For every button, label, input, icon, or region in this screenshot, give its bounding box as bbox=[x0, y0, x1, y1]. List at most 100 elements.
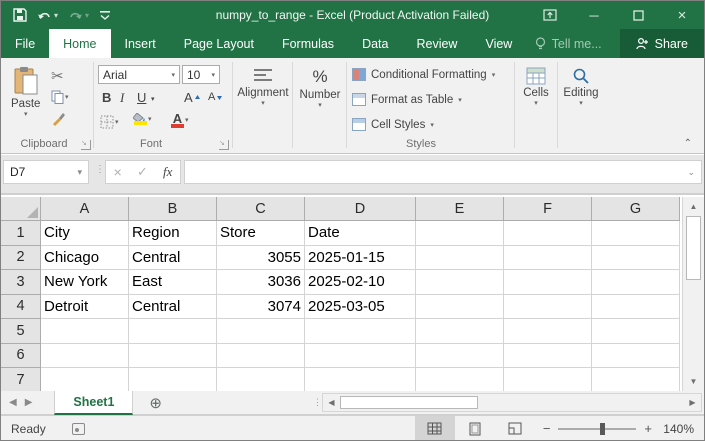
alignment-dropdown-icon[interactable]: ▾ bbox=[261, 99, 265, 107]
zoom-slider[interactable] bbox=[558, 428, 636, 430]
tab-formulas[interactable]: Formulas bbox=[268, 29, 348, 58]
name-box[interactable]: D7 ▾ bbox=[3, 160, 89, 184]
scroll-up-icon[interactable]: ▲ bbox=[683, 197, 704, 216]
cell-E4[interactable] bbox=[416, 295, 504, 320]
cell-D6[interactable] bbox=[305, 344, 416, 369]
fill-color-dropdown-icon[interactable]: ▾ bbox=[148, 115, 152, 123]
cell-D4[interactable]: 2025-03-05 bbox=[305, 295, 416, 320]
cell-D1[interactable]: Date bbox=[305, 221, 416, 246]
copy-button[interactable]: ▾ bbox=[51, 90, 69, 104]
customize-qat-button[interactable] bbox=[99, 9, 111, 21]
cell-C2[interactable]: 3055 bbox=[217, 246, 305, 271]
cell-B4[interactable]: Central bbox=[129, 295, 217, 320]
cancel-formula-button[interactable]: × bbox=[114, 164, 122, 180]
cell-E2[interactable] bbox=[416, 246, 504, 271]
cell-C3[interactable]: 3036 bbox=[217, 270, 305, 295]
cell-G2[interactable] bbox=[592, 246, 680, 271]
row-header-5[interactable]: 5 bbox=[1, 319, 41, 344]
insert-function-button[interactable]: fx bbox=[163, 164, 172, 180]
horizontal-scroll-thumb[interactable] bbox=[340, 396, 478, 409]
sheet-tab-sheet1[interactable]: Sheet1 bbox=[54, 391, 133, 415]
cell-B1[interactable]: Region bbox=[129, 221, 217, 246]
cell-B7[interactable] bbox=[129, 368, 217, 391]
close-button[interactable]: × bbox=[660, 1, 704, 29]
cell-E7[interactable] bbox=[416, 368, 504, 391]
col-header-B[interactable]: B bbox=[129, 197, 217, 221]
undo-button[interactable]: ▾ bbox=[37, 9, 58, 22]
tab-insert[interactable]: Insert bbox=[111, 29, 170, 58]
ribbon-display-options-button[interactable] bbox=[528, 1, 572, 29]
font-color-dropdown-icon[interactable]: ▾ bbox=[185, 116, 189, 124]
number-format-button[interactable]: % Number ▾ bbox=[296, 67, 344, 109]
conditional-formatting-dropdown-icon[interactable]: ▾ bbox=[492, 71, 496, 79]
col-header-E[interactable]: E bbox=[416, 197, 504, 221]
maximize-button[interactable] bbox=[616, 1, 660, 29]
cell-C7[interactable] bbox=[217, 368, 305, 391]
italic-button[interactable]: I bbox=[120, 90, 124, 106]
cell-A1[interactable]: City bbox=[41, 221, 129, 246]
cell-A3[interactable]: New York bbox=[41, 270, 129, 295]
row-header-6[interactable]: 6 bbox=[1, 344, 41, 369]
paste-button[interactable]: Paste ▾ bbox=[11, 66, 40, 118]
cell-D7[interactable] bbox=[305, 368, 416, 391]
cell-A6[interactable] bbox=[41, 344, 129, 369]
zoom-out-button[interactable]: − bbox=[535, 421, 559, 436]
cell-styles-dropdown-icon[interactable]: ▾ bbox=[430, 121, 434, 129]
cell-G3[interactable] bbox=[592, 270, 680, 295]
row-header-1[interactable]: 1 bbox=[1, 221, 41, 246]
font-dialog-launcher[interactable]: ↘ bbox=[219, 140, 229, 150]
share-button[interactable]: Share bbox=[620, 29, 704, 58]
scroll-left-icon[interactable]: ◀ bbox=[323, 394, 340, 411]
cut-button[interactable]: ✂ bbox=[51, 67, 64, 85]
cell-F2[interactable] bbox=[504, 246, 592, 271]
cell-A2[interactable]: Chicago bbox=[41, 246, 129, 271]
alignment-button[interactable]: Alignment ▾ bbox=[237, 67, 289, 107]
redo-button[interactable]: ▾ bbox=[68, 9, 89, 22]
cell-F7[interactable] bbox=[504, 368, 592, 391]
zoom-level[interactable]: 140% bbox=[660, 422, 704, 436]
paste-dropdown-icon[interactable]: ▾ bbox=[24, 110, 28, 118]
cell-D2[interactable]: 2025-01-15 bbox=[305, 246, 416, 271]
cell-D3[interactable]: 2025-02-10 bbox=[305, 270, 416, 295]
bold-button[interactable]: B bbox=[102, 90, 111, 105]
row-header-2[interactable]: 2 bbox=[1, 246, 41, 271]
copy-dropdown-icon[interactable]: ▾ bbox=[65, 93, 69, 101]
cell-F6[interactable] bbox=[504, 344, 592, 369]
macro-record-icon[interactable] bbox=[72, 423, 85, 435]
cell-F3[interactable] bbox=[504, 270, 592, 295]
scroll-down-icon[interactable]: ▼ bbox=[683, 372, 704, 391]
cell-G6[interactable] bbox=[592, 344, 680, 369]
cell-B6[interactable] bbox=[129, 344, 217, 369]
underline-dropdown-icon[interactable]: ▾ bbox=[151, 95, 155, 103]
row-header-7[interactable]: 7 bbox=[1, 368, 41, 391]
cell-G1[interactable] bbox=[592, 221, 680, 246]
save-icon[interactable] bbox=[13, 8, 27, 22]
conditional-formatting-button[interactable]: Conditional Formatting ▾ bbox=[352, 68, 495, 81]
format-painter-button[interactable] bbox=[51, 112, 65, 126]
cell-D5[interactable] bbox=[305, 319, 416, 344]
col-header-D[interactable]: D bbox=[305, 197, 416, 221]
cell-A7[interactable] bbox=[41, 368, 129, 391]
minimize-button[interactable]: ─ bbox=[572, 1, 616, 29]
number-dropdown-icon[interactable]: ▾ bbox=[318, 101, 322, 109]
tab-home[interactable]: Home bbox=[49, 29, 110, 58]
cell-G7[interactable] bbox=[592, 368, 680, 391]
cell-E3[interactable] bbox=[416, 270, 504, 295]
undo-dropdown-icon[interactable]: ▾ bbox=[54, 11, 58, 20]
cell-E1[interactable] bbox=[416, 221, 504, 246]
editing-dropdown-icon[interactable]: ▾ bbox=[579, 99, 583, 107]
col-header-C[interactable]: C bbox=[217, 197, 305, 221]
tab-review[interactable]: Review bbox=[402, 29, 471, 58]
normal-view-button[interactable] bbox=[415, 416, 455, 441]
tell-me-box[interactable]: Tell me... bbox=[517, 29, 620, 58]
cell-G4[interactable] bbox=[592, 295, 680, 320]
tab-page-layout[interactable]: Page Layout bbox=[170, 29, 268, 58]
new-sheet-button[interactable]: ⊕ bbox=[149, 394, 162, 412]
collapse-ribbon-icon[interactable]: ⌃ bbox=[684, 138, 692, 149]
cell-F4[interactable] bbox=[504, 295, 592, 320]
editing-button[interactable]: Editing ▾ bbox=[560, 67, 602, 107]
font-name-select[interactable]: Arial▾ bbox=[98, 65, 180, 84]
cells-dropdown-icon[interactable]: ▾ bbox=[534, 99, 538, 107]
fill-color-button[interactable]: ▾ bbox=[133, 113, 152, 125]
font-color-button[interactable]: A ▾ bbox=[171, 111, 189, 128]
